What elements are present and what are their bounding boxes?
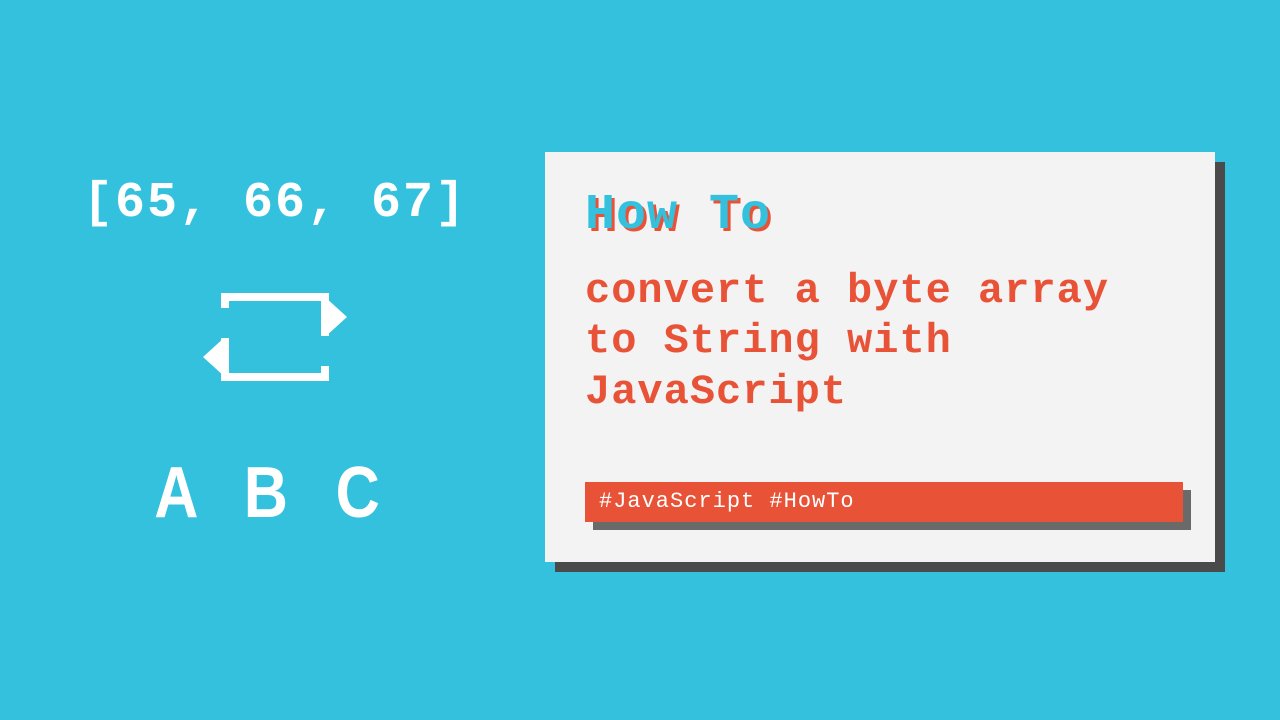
byte-array-text: [65, 66, 67]: [83, 175, 467, 232]
illustration-panel: [65, 66, 67] A B C: [75, 175, 475, 534]
kicker-text: How To: [585, 187, 1175, 244]
tag-bar: #JavaScript #HowTo: [585, 482, 1183, 522]
output-string-text: A B C: [155, 452, 396, 534]
title-text: convert a byte array to String with Java…: [585, 266, 1175, 417]
title-card: How To convert a byte array to String wi…: [545, 152, 1215, 562]
convert-cycle-icon: [195, 282, 355, 402]
